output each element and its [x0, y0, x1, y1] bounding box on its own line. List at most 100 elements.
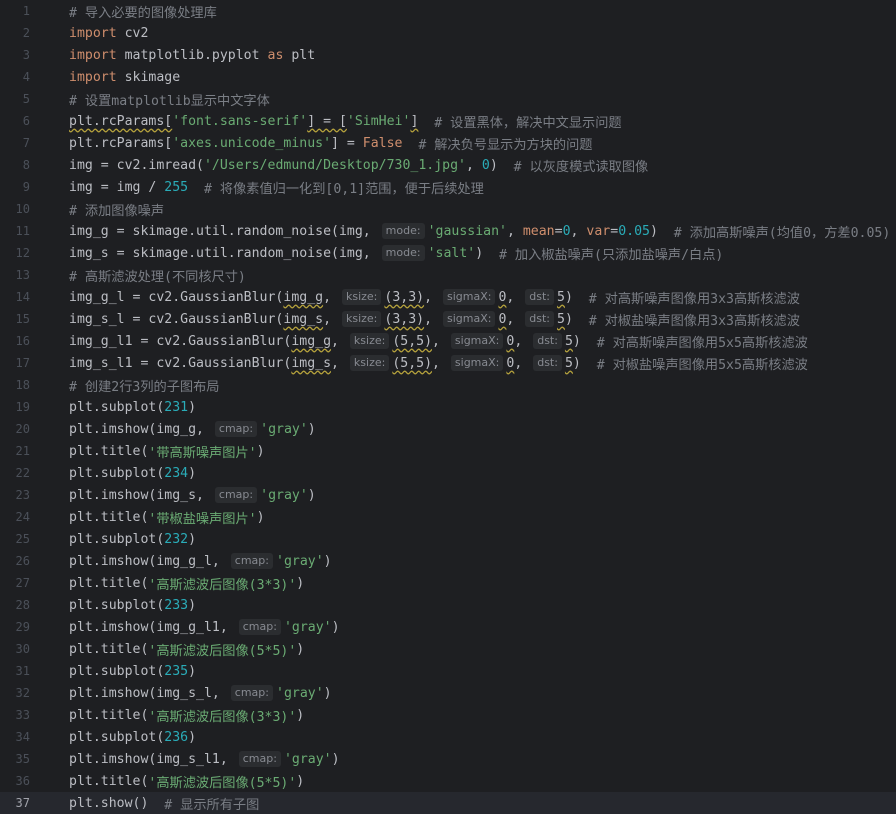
code-text[interactable]: plt.title('带高斯噪声图片')	[69, 440, 265, 462]
code-token: )	[331, 619, 340, 635]
code-text[interactable]: plt.imshow(img_s_l1, cmap:'gray')	[69, 748, 340, 770]
code-text[interactable]: plt.imshow(img_g_l1, cmap:'gray')	[69, 616, 340, 638]
code-line[interactable]: 13 # 高斯滤波处理(不同核尺寸)	[0, 264, 896, 286]
code-text[interactable]: import skimage	[69, 66, 180, 88]
code-text[interactable]: img_g = skimage.util.random_noise(img, m…	[69, 220, 890, 242]
parameter-hint: cmap:	[214, 487, 258, 503]
code-token: )	[296, 641, 305, 657]
code-line[interactable]: 8 img = cv2.imread('/Users/edmund/Desktop…	[0, 154, 896, 176]
line-number: 11	[15, 224, 30, 238]
code-text[interactable]: plt.imshow(img_g, cmap:'gray')	[69, 418, 316, 440]
parameter-hint: dst:	[525, 289, 555, 305]
code-text[interactable]: plt.rcParams['font.sans-serif'] = ['SimH…	[69, 110, 622, 132]
code-token: 'gray'	[276, 685, 324, 701]
code-text[interactable]: plt.subplot(234)	[69, 462, 196, 484]
code-line[interactable]: 19 plt.subplot(231)	[0, 396, 896, 418]
code-line[interactable]: 16 img_g_l1 = cv2.GaussianBlur(img_g, ksi…	[0, 330, 896, 352]
code-line[interactable]: 34 plt.subplot(236)	[0, 726, 896, 748]
code-text[interactable]: plt.title('高斯滤波后图像(3*3)')	[69, 572, 304, 594]
code-line[interactable]: 26 plt.imshow(img_g_l, cmap:'gray')	[0, 550, 896, 572]
code-text[interactable]: plt.subplot(233)	[69, 594, 196, 616]
code-token: )	[572, 355, 597, 371]
code-line[interactable]: 9 img = img / 255 # 将像素值归一化到[0,1]范围，便于后续处…	[0, 176, 896, 198]
code-line[interactable]: 22 plt.subplot(234)	[0, 462, 896, 484]
code-line[interactable]: 21 plt.title('带高斯噪声图片')	[0, 440, 896, 462]
code-text[interactable]: plt.imshow(img_s_l, cmap:'gray')	[69, 682, 332, 704]
code-line[interactable]: 15 img_s_l = cv2.GaussianBlur(img_s, ksiz…	[0, 308, 896, 330]
code-token: ,	[424, 311, 440, 327]
code-text[interactable]: img = cv2.imread('/Users/edmund/Desktop/…	[69, 154, 648, 176]
code-text[interactable]: import cv2	[69, 22, 148, 44]
code-text[interactable]: plt.subplot(232)	[69, 528, 196, 550]
code-line[interactable]: 37 plt.show() # 显示所有子图	[0, 792, 896, 814]
code-token: '高斯滤波后图像(3*3)'	[148, 709, 297, 725]
code-line[interactable]: 1 # 导入必要的图像处理库	[0, 0, 896, 22]
code-token: False	[362, 135, 403, 151]
code-text[interactable]: plt.title('高斯滤波后图像(5*5)')	[69, 770, 304, 792]
code-line[interactable]: 7 plt.rcParams['axes.unicode_minus'] = Fa…	[0, 132, 896, 154]
code-token: )	[188, 663, 197, 679]
code-token: plt.subplot(	[69, 597, 165, 613]
code-line[interactable]: 11 img_g = skimage.util.random_noise(img,…	[0, 220, 896, 242]
code-text[interactable]: plt.show() # 显示所有子图	[69, 792, 259, 814]
code-token: matplotlib.pyplot	[116, 47, 268, 63]
code-token: as	[267, 47, 284, 63]
code-line[interactable]: 3 import matplotlib.pyplot as plt	[0, 44, 896, 66]
code-text[interactable]: plt.imshow(img_s, cmap:'gray')	[69, 484, 316, 506]
code-text[interactable]: plt.subplot(236)	[69, 726, 196, 748]
code-line[interactable]: 35 plt.imshow(img_s_l1, cmap:'gray')	[0, 748, 896, 770]
code-line[interactable]: 2 import cv2	[0, 22, 896, 44]
code-editor[interactable]: 1 # 导入必要的图像处理库 2 import cv2 3 import matplotl…	[0, 0, 896, 814]
code-token: )	[489, 157, 514, 173]
code-text[interactable]: plt.subplot(231)	[69, 396, 196, 418]
code-line[interactable]: 31 plt.subplot(235)	[0, 660, 896, 682]
code-line[interactable]: 23 plt.imshow(img_s, cmap:'gray')	[0, 484, 896, 506]
code-line[interactable]: 24 plt.title('带椒盐噪声图片')	[0, 506, 896, 528]
code-line[interactable]: 10 # 添加图像噪声	[0, 198, 896, 220]
code-token: 0	[506, 333, 515, 349]
code-text[interactable]: # 创建2行3列的子图布局	[69, 374, 219, 396]
code-line[interactable]: 20 plt.imshow(img_g, cmap:'gray')	[0, 418, 896, 440]
code-text[interactable]: img_g_l1 = cv2.GaussianBlur(img_g, ksize…	[69, 330, 808, 352]
code-text[interactable]: img_s = skimage.util.random_noise(img, m…	[69, 242, 723, 264]
code-line[interactable]: 4 import skimage	[0, 66, 896, 88]
code-token: ,	[432, 333, 448, 349]
code-text[interactable]: import matplotlib.pyplot as plt	[69, 44, 315, 66]
code-text[interactable]: img_g_l = cv2.GaussianBlur(img_g, ksize:…	[69, 286, 800, 308]
code-line[interactable]: 17 img_s_l1 = cv2.GaussianBlur(img_s, ksi…	[0, 352, 896, 374]
code-line[interactable]: 28 plt.subplot(233)	[0, 594, 896, 616]
code-text[interactable]: # 导入必要的图像处理库	[69, 0, 217, 22]
code-text[interactable]: img_s_l = cv2.GaussianBlur(img_s, ksize:…	[69, 308, 800, 330]
code-token: )	[188, 597, 197, 613]
code-text[interactable]: # 设置matplotlib显示中文字体	[69, 88, 270, 110]
code-token: 'SimHei'	[346, 113, 411, 129]
code-line[interactable]: 36 plt.title('高斯滤波后图像(5*5)')	[0, 770, 896, 792]
code-text[interactable]: plt.subplot(235)	[69, 660, 196, 682]
line-number: 1	[22, 4, 30, 18]
code-text[interactable]: plt.title('高斯滤波后图像(3*3)')	[69, 704, 304, 726]
code-text[interactable]: img_s_l1 = cv2.GaussianBlur(img_s, ksize…	[69, 352, 808, 374]
code-line[interactable]: 25 plt.subplot(232)	[0, 528, 896, 550]
code-text[interactable]: plt.title('高斯滤波后图像(5*5)')	[69, 638, 304, 660]
code-text[interactable]: # 添加图像噪声	[69, 198, 164, 220]
code-token: 5	[564, 355, 573, 371]
code-line[interactable]: 33 plt.title('高斯滤波后图像(3*3)')	[0, 704, 896, 726]
parameter-hint: sigmaX:	[450, 355, 504, 371]
code-line[interactable]: 32 plt.imshow(img_s_l, cmap:'gray')	[0, 682, 896, 704]
code-line[interactable]: 6 plt.rcParams['font.sans-serif'] = ['Sim…	[0, 110, 896, 132]
code-text[interactable]: plt.imshow(img_g_l, cmap:'gray')	[69, 550, 332, 572]
code-text[interactable]: plt.title('带椒盐噪声图片')	[69, 506, 265, 528]
code-token: ,	[506, 311, 523, 327]
code-token: skimage	[116, 69, 181, 85]
code-text[interactable]: plt.rcParams['axes.unicode_minus'] = Fal…	[69, 132, 593, 154]
code-line[interactable]: 29 plt.imshow(img_g_l1, cmap:'gray')	[0, 616, 896, 638]
code-text[interactable]: # 高斯滤波处理(不同核尺寸)	[69, 264, 246, 286]
code-line[interactable]: 18 # 创建2行3列的子图布局	[0, 374, 896, 396]
code-text[interactable]: img = img / 255 # 将像素值归一化到[0,1]范围，便于后续处理	[69, 176, 484, 198]
code-line[interactable]: 12 img_s = skimage.util.random_noise(img,…	[0, 242, 896, 264]
code-token: img = cv2.imread(	[69, 157, 204, 173]
code-line[interactable]: 30 plt.title('高斯滤波后图像(5*5)')	[0, 638, 896, 660]
code-line[interactable]: 14 img_g_l = cv2.GaussianBlur(img_g, ksiz…	[0, 286, 896, 308]
code-line[interactable]: 27 plt.title('高斯滤波后图像(3*3)')	[0, 572, 896, 594]
code-line[interactable]: 5 # 设置matplotlib显示中文字体	[0, 88, 896, 110]
